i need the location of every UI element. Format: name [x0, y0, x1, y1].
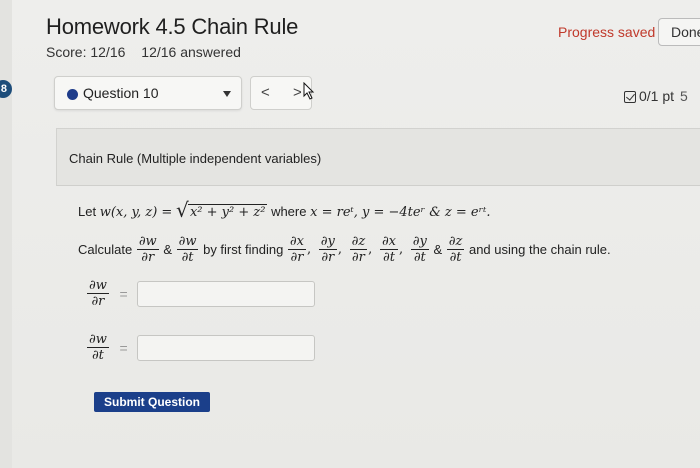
answer-label: ∂w ∂t: [87, 332, 109, 363]
target-partial: ∂w ∂r: [136, 234, 159, 265]
calculate-text: Calculate: [78, 242, 133, 257]
points-value: 0/1 pt: [639, 88, 675, 104]
frac-den: ∂t: [413, 250, 426, 265]
separator: ,: [337, 242, 342, 257]
instruction-line: Calculate ∂w ∂r & ∂w ∂t by first finding ∂…: [78, 234, 611, 265]
and-using-text: and using the chain rule.: [468, 242, 611, 257]
frac-den: ∂r: [351, 250, 365, 265]
radical-icon: √: [175, 198, 189, 222]
frac-den: ∂r: [141, 250, 155, 265]
frac-den: ∂r: [91, 294, 105, 309]
question-status-dot-icon: [67, 89, 78, 100]
left-edge: [0, 0, 12, 468]
let-prefix: Let: [78, 204, 97, 219]
frac-num: ∂x: [379, 234, 398, 250]
frac-num: ∂w: [136, 234, 159, 250]
answer-row-dw-dt: ∂w ∂t =: [86, 332, 316, 363]
question-select-label: Question 10: [83, 85, 159, 101]
find-partial: ∂x ∂r: [287, 234, 306, 265]
points-tail: 5: [680, 88, 688, 104]
answer-input-dw-dt[interactable]: [137, 334, 316, 361]
find-partial: ∂z ∂r: [349, 234, 368, 265]
page-title: Homework 4.5 Chain Rule: [46, 14, 299, 39]
by-first-text: by first finding: [203, 242, 284, 257]
score-line: Score: 12/16 12/16 answered: [46, 44, 241, 60]
variable-definitions: x = reᵗ, y = −4teʳ & z = eʳᵗ.: [310, 205, 491, 220]
find-partial: ∂z ∂t: [446, 234, 465, 265]
frac-den: ∂r: [321, 250, 335, 265]
equals-sign: =: [119, 285, 128, 302]
radicand: x² + y² + z²: [187, 204, 268, 220]
frac-den: ∂r: [290, 250, 304, 265]
answered-count: 12/16 answered: [141, 44, 241, 60]
frac-num: ∂y: [410, 234, 429, 250]
separator: ,: [399, 242, 404, 257]
problem-statement: Let w(x, y, z) = √ x² + y² + z² where x =…: [78, 198, 491, 222]
homework-page: 8 Homework 4.5 Chain Rule Score: 12/16 1…: [0, 0, 700, 468]
answer-input-dw-dr[interactable]: [137, 280, 316, 307]
checkbox-icon: [624, 91, 636, 103]
target-partial: ∂w ∂t: [176, 234, 199, 265]
score-value: Score: 12/16: [46, 44, 126, 60]
where-text: where: [271, 204, 307, 219]
previous-question-button[interactable]: <: [261, 84, 270, 101]
points-indicator: 0/1 pt 5: [624, 88, 688, 104]
frac-num: ∂y: [318, 234, 337, 250]
find-partial: ∂y ∂r: [318, 234, 337, 265]
question-select[interactable]: Question 10: [54, 76, 242, 110]
mouse-pointer-icon: [303, 82, 315, 100]
find-partial: ∂x ∂t: [379, 234, 398, 265]
frac-den: ∂t: [382, 250, 395, 265]
submit-question-button[interactable]: Submit Question: [94, 392, 210, 412]
square-root: √ x² + y² + z²: [176, 198, 268, 222]
problem-heading: Chain Rule (Multiple independent variabl…: [69, 151, 322, 166]
frac-num: ∂w: [176, 234, 199, 250]
frac-den: ∂t: [91, 348, 104, 363]
answer-label: ∂w ∂r: [87, 278, 109, 309]
ampersand: &: [433, 242, 443, 257]
frac-den: ∂t: [181, 250, 194, 265]
progress-status: Progress saved: [558, 24, 656, 40]
done-button[interactable]: Done: [658, 18, 700, 46]
problem-heading-panel: Chain Rule (Multiple independent variabl…: [56, 128, 700, 186]
frac-num: ∂z: [349, 234, 368, 250]
answer-row-dw-dr: ∂w ∂r =: [86, 278, 316, 309]
find-partial: ∂y ∂t: [410, 234, 429, 265]
frac-den: ∂t: [449, 250, 462, 265]
frac-num: ∂w: [87, 332, 109, 348]
separator: ,: [306, 242, 312, 257]
function-definition: w(x, y, z) =: [99, 205, 173, 220]
separator: ,: [368, 242, 373, 257]
caret-down-icon: [223, 91, 231, 97]
equals-sign: =: [119, 339, 128, 356]
frac-num: ∂w: [87, 278, 109, 294]
next-question-button[interactable]: >: [293, 84, 302, 101]
frac-num: ∂z: [446, 234, 465, 250]
problem-body: Let w(x, y, z) = √ x² + y² + z² where x =…: [56, 186, 700, 468]
ampersand: &: [163, 242, 172, 257]
frac-num: ∂x: [287, 234, 306, 250]
